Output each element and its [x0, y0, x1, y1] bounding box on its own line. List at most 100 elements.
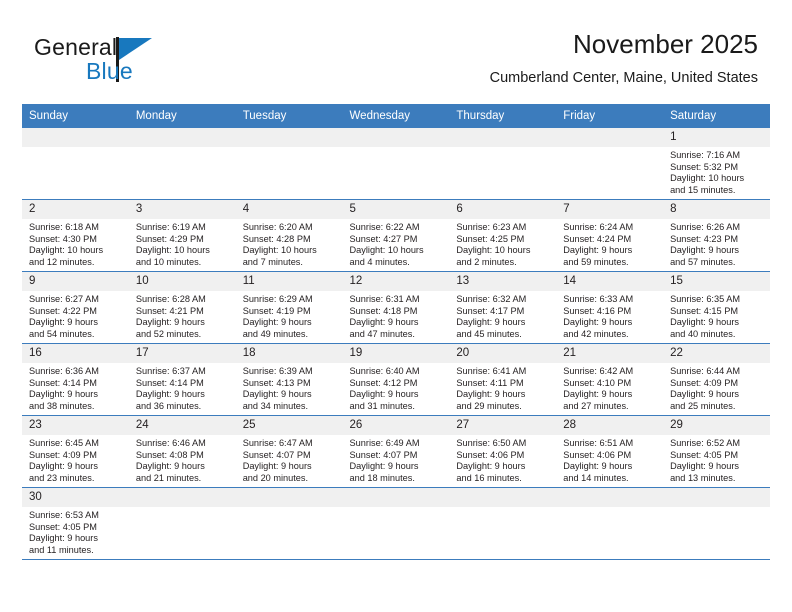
- calendar-day-cell[interactable]: 23 Sunrise: 6:45 AM Sunset: 4:09 PM Dayligh…: [22, 415, 129, 488]
- sunset-text: Sunset: 4:10 PM: [563, 377, 632, 388]
- calendar-day-cell[interactable]: 18 Sunrise: 6:39 AM Sunset: 4:13 PM Dayligh…: [235, 343, 343, 416]
- calendar-day-cell[interactable]: 13 Sunrise: 6:32 AM Sunset: 4:17 PM Dayligh…: [449, 271, 557, 344]
- daylight-text: Daylight: 9 hours: [135, 317, 205, 328]
- calendar-day-cell[interactable]: 14 Sunrise: 6:33 AM Sunset: 4:16 PM Dayligh…: [556, 271, 664, 344]
- sunset-text: Sunset: 4:06 PM: [563, 449, 632, 460]
- calendar-day-cell[interactable]: 25 Sunrise: 6:47 AM Sunset: 4:07 PM Dayligh…: [235, 415, 343, 488]
- weekday-header-saturday: Saturday: [663, 104, 770, 128]
- daylight-text: Daylight: 9 hours: [670, 389, 740, 400]
- day-number: 1: [663, 128, 770, 147]
- calendar-empty-cell: [235, 127, 343, 200]
- calendar-day-cell[interactable]: 21 Sunrise: 6:42 AM Sunset: 4:10 PM Dayligh…: [556, 343, 664, 416]
- calendar-day-cell[interactable]: 1 Sunrise: 7:16 AM Sunset: 5:32 PM Daylight…: [663, 127, 770, 200]
- calendar-week-row: 30 Sunrise: 6:53 AM Sunset: 4:05 PM Dayligh…: [22, 487, 770, 560]
- day-details: Sunrise: 6:18 AM Sunset: 4:30 PM Daylight:…: [22, 219, 129, 268]
- sunset-text: Sunset: 4:12 PM: [349, 377, 418, 388]
- sunset-text: Sunset: 4:07 PM: [242, 449, 311, 460]
- sunset-text: Sunset: 4:16 PM: [563, 305, 632, 316]
- daylight-text: and 12 minutes.: [29, 256, 95, 267]
- calendar-empty-cell: [342, 127, 450, 200]
- sunrise-text: Sunrise: 6:49 AM: [349, 438, 420, 448]
- daylight-text: and 45 minutes.: [456, 328, 522, 339]
- sunrise-text: Sunrise: 6:22 AM: [349, 222, 420, 232]
- day-number: 20: [449, 344, 557, 363]
- calendar-empty-cell: [556, 487, 664, 560]
- daylight-text: Daylight: 9 hours: [29, 317, 98, 328]
- day-number: 5: [342, 200, 450, 219]
- daylight-text: Daylight: 9 hours: [135, 461, 205, 472]
- daylight-text: and 20 minutes.: [242, 472, 309, 483]
- sunset-text: Sunset: 4:06 PM: [456, 449, 525, 460]
- calendar-day-cell[interactable]: 12 Sunrise: 6:31 AM Sunset: 4:18 PM Dayligh…: [342, 271, 450, 344]
- calendar-day-cell[interactable]: 6 Sunrise: 6:23 AM Sunset: 4:25 PM Daylight…: [449, 199, 557, 272]
- sunset-text: Sunset: 5:32 PM: [670, 161, 738, 172]
- daylight-text: Daylight: 9 hours: [349, 317, 419, 328]
- sunrise-text: Sunrise: 6:53 AM: [29, 510, 99, 520]
- calendar-day-cell[interactable]: 15 Sunrise: 6:35 AM Sunset: 4:15 PM Dayligh…: [663, 271, 770, 344]
- day-details: Sunrise: 6:39 AM Sunset: 4:13 PM Daylight:…: [236, 363, 343, 412]
- daylight-text: Daylight: 9 hours: [29, 461, 98, 472]
- calendar-day-cell[interactable]: 20 Sunrise: 6:41 AM Sunset: 4:11 PM Dayligh…: [449, 343, 557, 416]
- calendar-day-cell[interactable]: 8 Sunrise: 6:26 AM Sunset: 4:23 PM Daylight…: [663, 199, 770, 272]
- sunrise-text: Sunrise: 6:40 AM: [349, 366, 420, 376]
- brand-name-blue: Blue: [86, 58, 133, 84]
- calendar-day-cell[interactable]: 19 Sunrise: 6:40 AM Sunset: 4:12 PM Dayligh…: [342, 343, 450, 416]
- day-details: Sunrise: 6:31 AM Sunset: 4:18 PM Daylight:…: [343, 291, 450, 340]
- day-details: Sunrise: 6:33 AM Sunset: 4:16 PM Daylight:…: [556, 291, 663, 340]
- calendar-day-cell[interactable]: 30 Sunrise: 6:53 AM Sunset: 4:05 PM Dayligh…: [22, 487, 129, 560]
- calendar-day-cell[interactable]: 27 Sunrise: 6:50 AM Sunset: 4:06 PM Dayligh…: [449, 415, 557, 488]
- day-details: Sunrise: 6:50 AM Sunset: 4:06 PM Daylight:…: [449, 435, 556, 484]
- calendar-day-cell[interactable]: 16 Sunrise: 6:36 AM Sunset: 4:14 PM Dayligh…: [22, 343, 129, 416]
- daylight-text: and 7 minutes.: [242, 256, 303, 267]
- sunset-text: Sunset: 4:14 PM: [135, 377, 204, 388]
- calendar-day-cell[interactable]: 11 Sunrise: 6:29 AM Sunset: 4:19 PM Dayligh…: [235, 271, 343, 344]
- daylight-text: and 23 minutes.: [29, 472, 95, 483]
- day-details: Sunrise: 6:32 AM Sunset: 4:17 PM Daylight:…: [449, 291, 556, 340]
- calendar-day-cell[interactable]: 24 Sunrise: 6:46 AM Sunset: 4:08 PM Dayligh…: [128, 415, 236, 488]
- daylight-text: and 42 minutes.: [563, 328, 629, 339]
- daylight-text: and 10 minutes.: [135, 256, 202, 267]
- calendar-page: General Blue November 2025 Cumberland Ce…: [0, 0, 792, 612]
- logo-triangle-icon: [119, 38, 152, 60]
- daylight-text: Daylight: 9 hours: [456, 389, 526, 400]
- sunrise-text: Sunrise: 6:31 AM: [349, 294, 420, 304]
- sunrise-text: Sunrise: 6:50 AM: [456, 438, 527, 448]
- calendar-day-cell[interactable]: 29 Sunrise: 6:52 AM Sunset: 4:05 PM Dayligh…: [663, 415, 770, 488]
- calendar-day-cell[interactable]: 22 Sunrise: 6:44 AM Sunset: 4:09 PM Dayligh…: [663, 343, 770, 416]
- daylight-text: and 4 minutes.: [349, 256, 410, 267]
- sunset-text: Sunset: 4:19 PM: [242, 305, 311, 316]
- calendar-day-cell[interactable]: 10 Sunrise: 6:28 AM Sunset: 4:21 PM Dayligh…: [128, 271, 236, 344]
- calendar-day-cell[interactable]: 28 Sunrise: 6:51 AM Sunset: 4:06 PM Dayligh…: [556, 415, 664, 488]
- sunrise-text: Sunrise: 6:45 AM: [29, 438, 99, 448]
- day-number: 17: [128, 344, 236, 363]
- weekday-header-friday: Friday: [556, 104, 664, 128]
- calendar-day-cell[interactable]: 7 Sunrise: 6:24 AM Sunset: 4:24 PM Daylight…: [556, 199, 664, 272]
- calendar-day-cell[interactable]: 3 Sunrise: 6:19 AM Sunset: 4:29 PM Daylight…: [128, 199, 236, 272]
- calendar-table: Sunday Monday Tuesday Wednesday Thursday Frid…: [22, 104, 770, 560]
- brand-logo[interactable]: General Blue: [34, 34, 234, 90]
- day-number: 26: [342, 416, 450, 435]
- day-number: [22, 128, 129, 147]
- daylight-text: Daylight: 9 hours: [563, 317, 633, 328]
- calendar-day-cell[interactable]: 2 Sunrise: 6:18 AM Sunset: 4:30 PM Daylight…: [22, 199, 129, 272]
- daylight-text: Daylight: 9 hours: [242, 461, 312, 472]
- calendar-empty-cell: [342, 487, 450, 560]
- calendar-empty-cell: [663, 487, 770, 560]
- day-number: 15: [663, 272, 770, 291]
- calendar-day-cell[interactable]: 26 Sunrise: 6:49 AM Sunset: 4:07 PM Dayligh…: [342, 415, 450, 488]
- calendar-day-cell[interactable]: 5 Sunrise: 6:22 AM Sunset: 4:27 PM Daylight…: [342, 199, 450, 272]
- sunrise-text: Sunrise: 6:20 AM: [242, 222, 313, 232]
- day-details: Sunrise: 6:26 AM Sunset: 4:23 PM Daylight:…: [663, 219, 770, 268]
- calendar-day-cell[interactable]: 17 Sunrise: 6:37 AM Sunset: 4:14 PM Dayligh…: [128, 343, 236, 416]
- daylight-text: Daylight: 9 hours: [349, 461, 419, 472]
- sunset-text: Sunset: 4:15 PM: [670, 305, 738, 316]
- daylight-text: and 15 minutes.: [670, 184, 736, 195]
- calendar-empty-cell: [128, 487, 236, 560]
- sunrise-text: Sunrise: 6:18 AM: [29, 222, 99, 232]
- calendar-day-cell[interactable]: 9 Sunrise: 6:27 AM Sunset: 4:22 PM Daylight…: [22, 271, 129, 344]
- sunset-text: Sunset: 4:07 PM: [349, 449, 418, 460]
- calendar-day-cell[interactable]: 4 Sunrise: 6:20 AM Sunset: 4:28 PM Daylight…: [235, 199, 343, 272]
- day-details: Sunrise: 6:29 AM Sunset: 4:19 PM Daylight:…: [236, 291, 343, 340]
- sunset-text: Sunset: 4:27 PM: [349, 233, 418, 244]
- page-header: General Blue November 2025 Cumberland Ce…: [34, 28, 758, 98]
